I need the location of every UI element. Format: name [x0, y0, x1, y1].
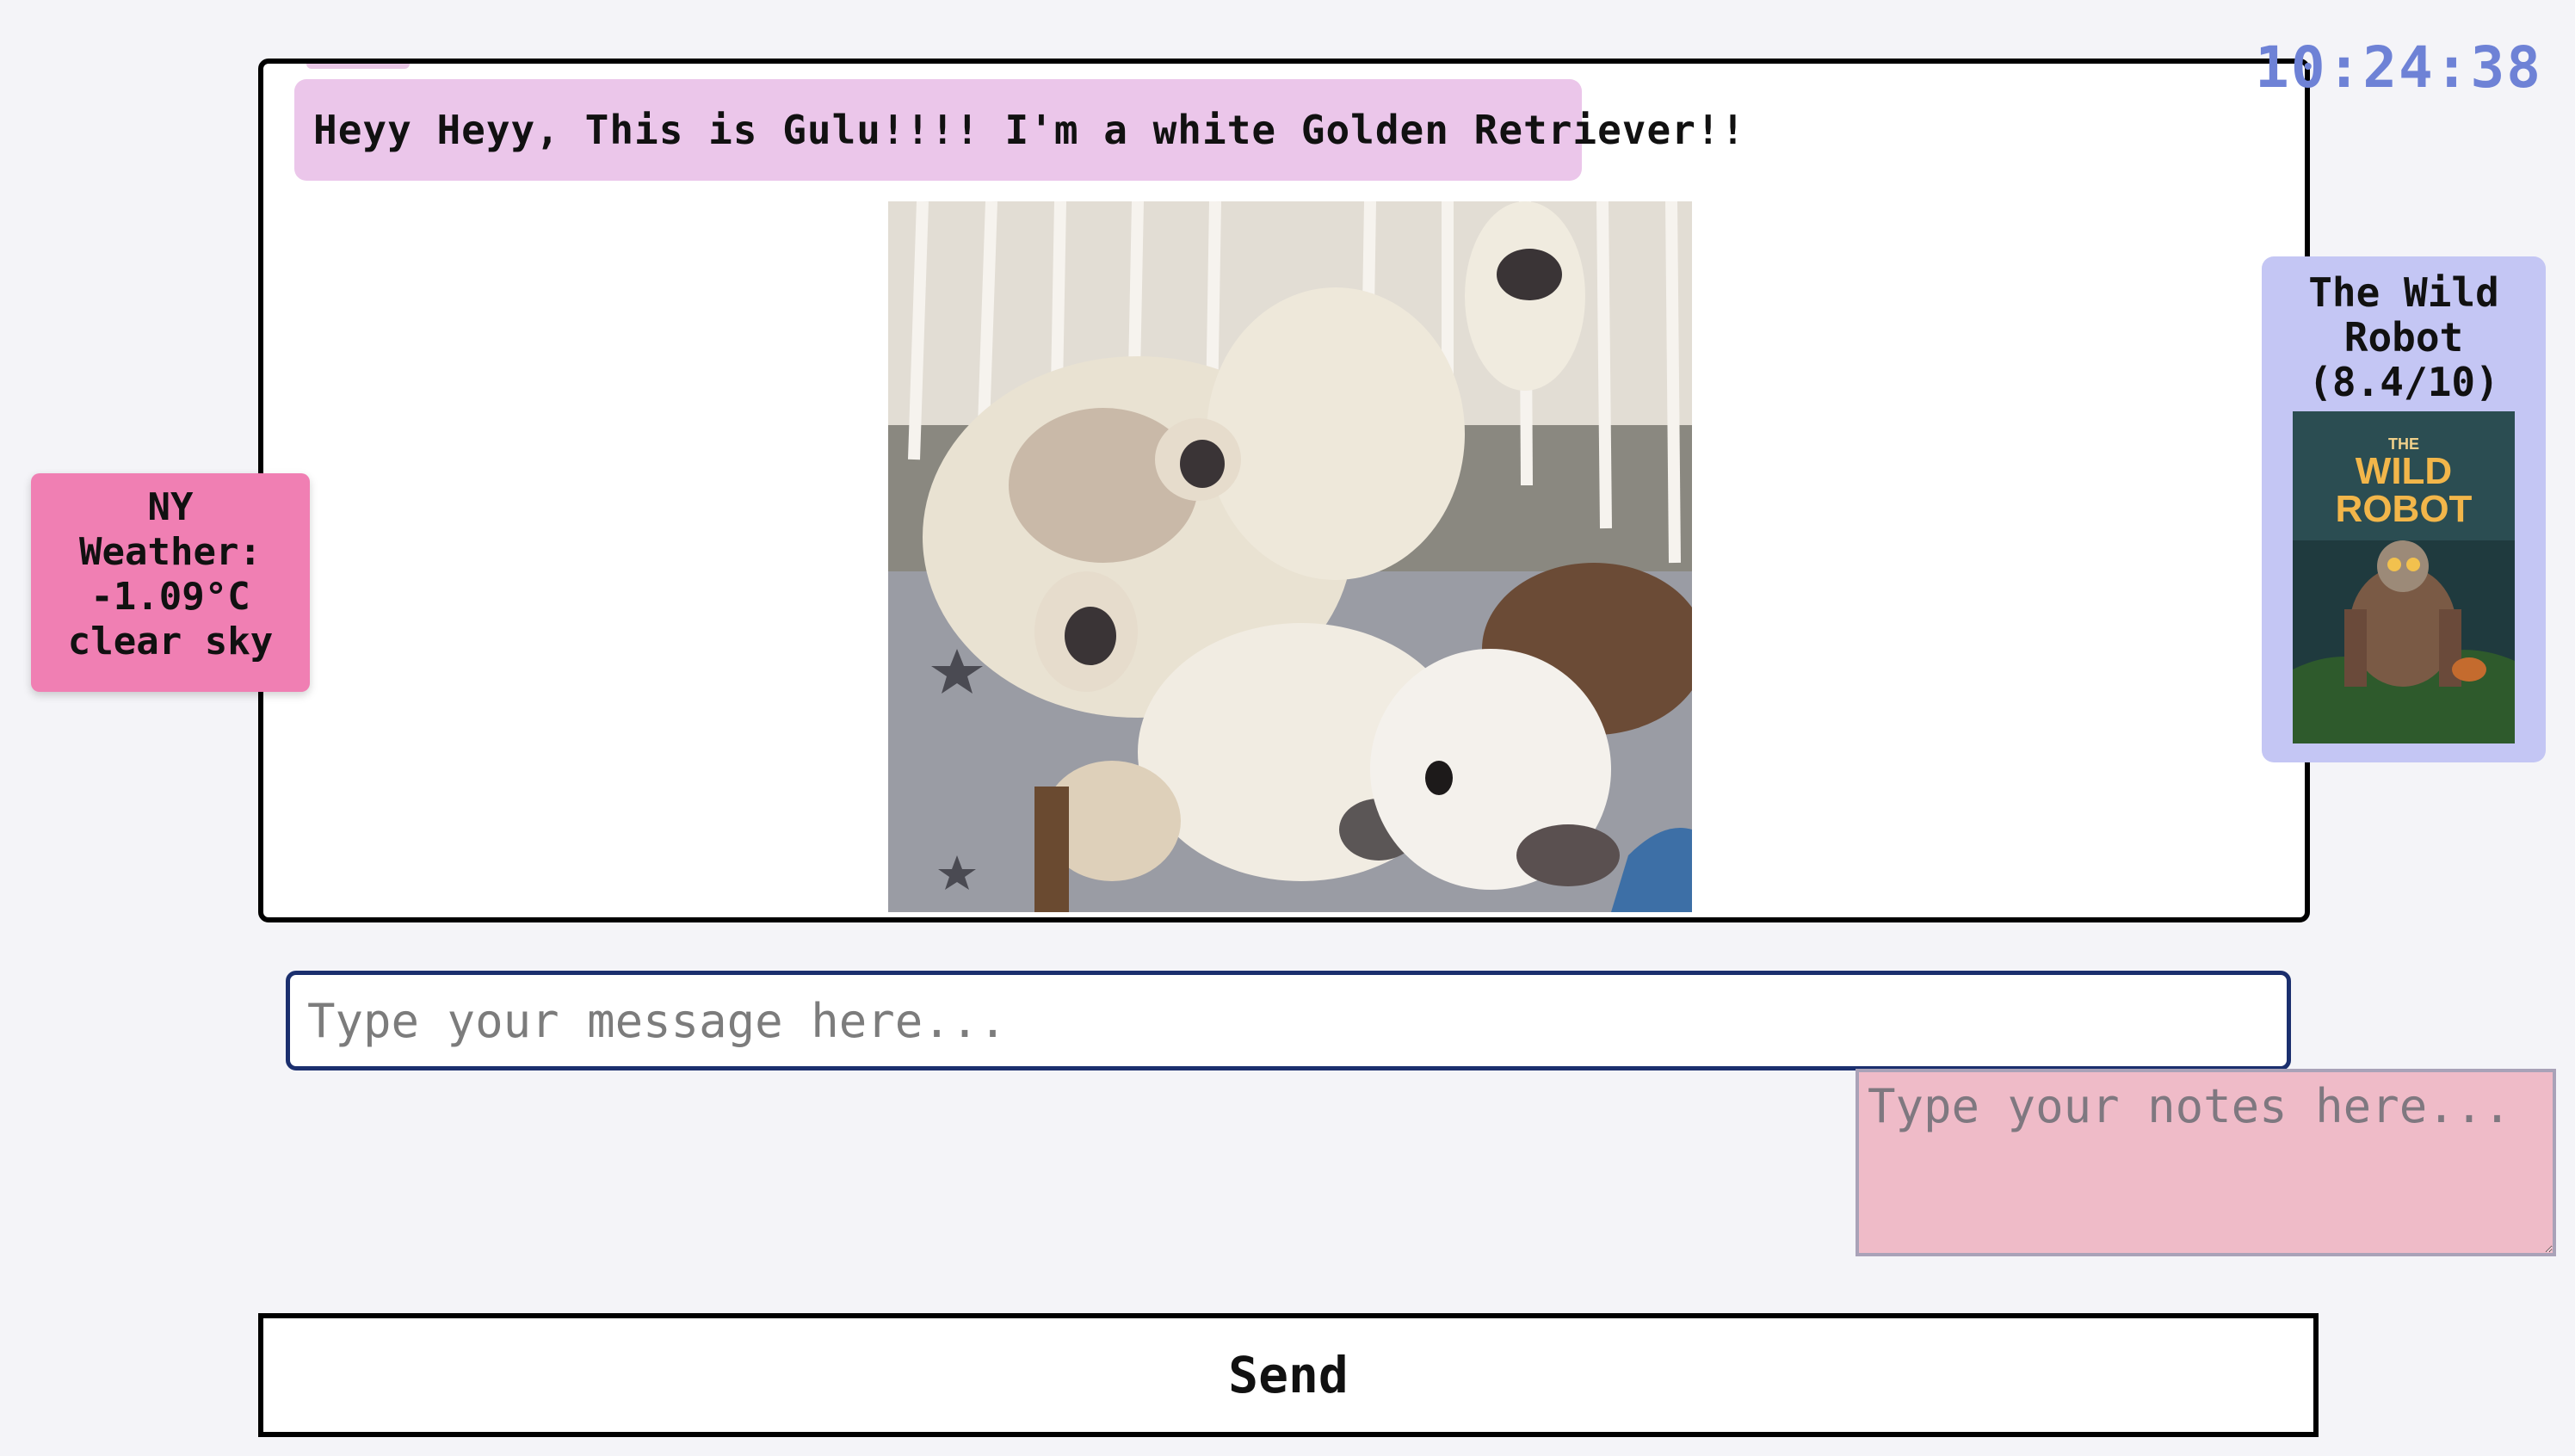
chat-message: Heyy Heyy, This is Gulu!!!! I'm a white … [294, 79, 1744, 181]
movie-title-line1: The Wild [2308, 269, 2499, 316]
weather-location: NY [147, 485, 194, 529]
previous-message-edge [306, 64, 410, 69]
movie-title-line2: Robot [2343, 314, 2464, 361]
clock: 10:24:38 [2255, 34, 2542, 101]
weather-label: Weather: [79, 530, 262, 574]
weather-temperature: -1.09°C [90, 575, 250, 619]
movie-poster: THE WILD ROBOT [2293, 411, 2515, 743]
message-input[interactable] [286, 971, 2291, 1070]
chat-window: Heyy Heyy, This is Gulu!!!! I'm a white … [258, 59, 2310, 922]
notes-input[interactable] [1856, 1069, 2556, 1256]
poster-text-wild: WILD [2356, 450, 2452, 492]
weather-condition: clear sky [67, 620, 274, 663]
send-button[interactable]: Send [258, 1313, 2319, 1437]
movie-widget: The Wild Robot (8.4/10) THE WILD ROBOT [2262, 256, 2546, 762]
weather-widget: NY Weather: -1.09°C clear sky [31, 473, 310, 692]
poster-text-robot: ROBOT [2336, 488, 2473, 530]
chat-message-text: Heyy Heyy, This is Gulu!!!! I'm a white … [313, 107, 1746, 153]
dog-photo [888, 201, 1692, 912]
movie-rating: (8.4/10) [2308, 359, 2499, 405]
